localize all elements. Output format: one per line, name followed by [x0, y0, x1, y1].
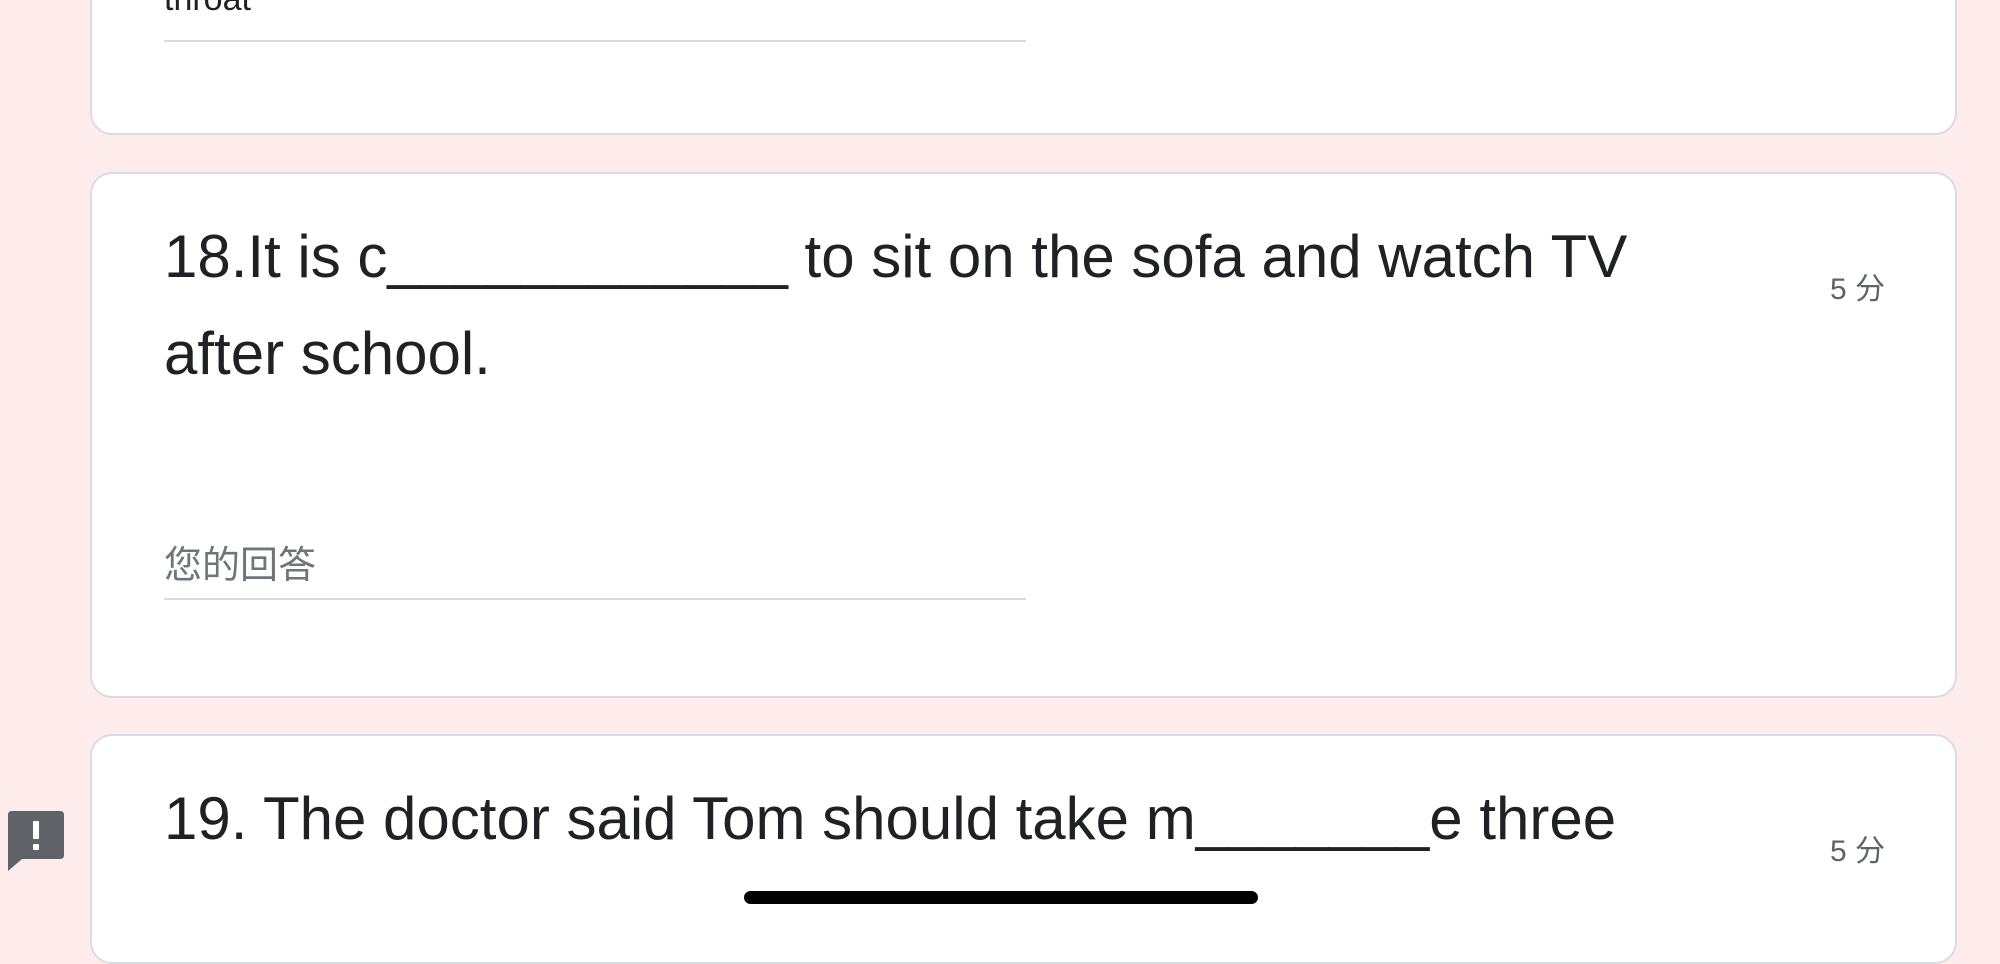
points-label: 5 分: [1829, 273, 1885, 306]
answer-field[interactable]: [164, 40, 1026, 42]
answer-field[interactable]: [164, 598, 1026, 600]
question-card-17: throat: [90, 0, 1957, 135]
question-card-19: 19. The doctor said Tom should take m___…: [90, 734, 1957, 964]
question-title: 19. The doctor said Tom should take m___…: [164, 785, 1617, 852]
feedback-icon[interactable]: [6, 809, 66, 873]
question-title: 18.It is c____________ to sit on the sof…: [164, 223, 1628, 387]
answer-placeholder: 您的回答: [164, 545, 317, 587]
home-indicator[interactable]: [744, 891, 1258, 904]
points-label: 5 分: [1829, 835, 1885, 868]
answer-value: throat: [164, 0, 251, 19]
question-card-18: 18.It is c____________ to sit on the sof…: [90, 172, 1957, 698]
